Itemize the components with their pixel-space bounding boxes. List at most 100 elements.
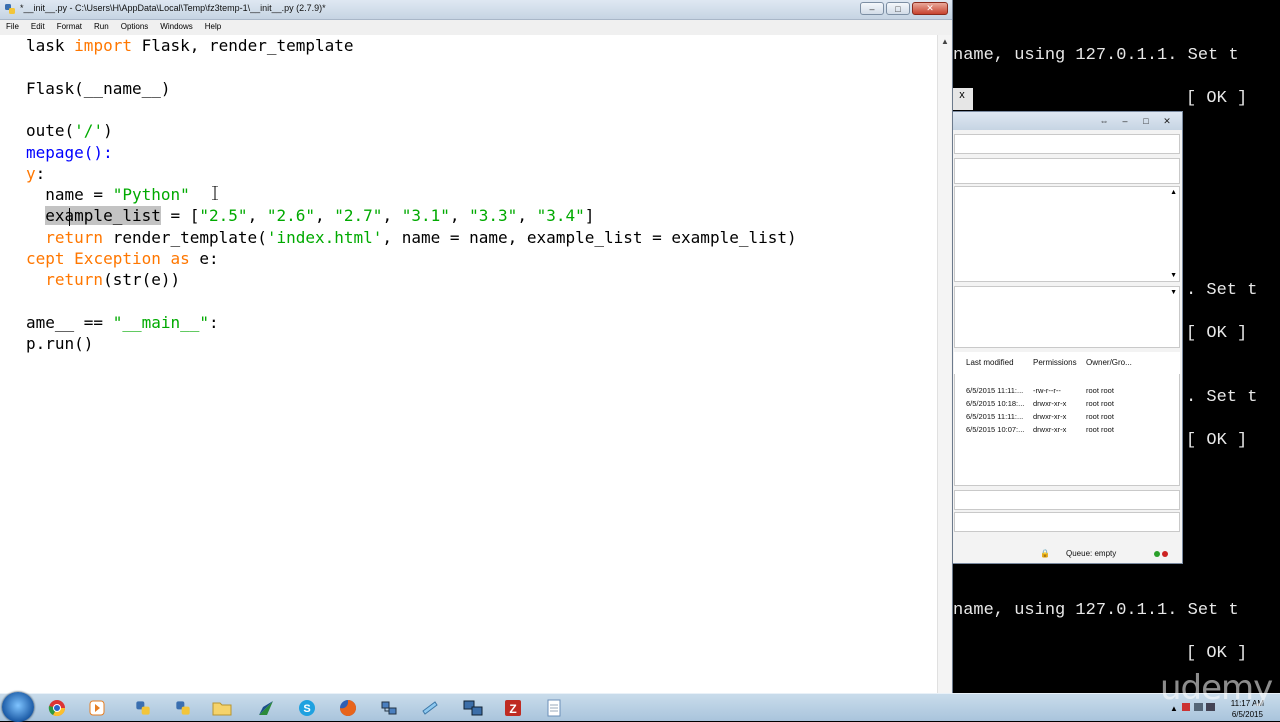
svg-text:S: S [303,703,310,715]
python-icon[interactable] [166,696,200,719]
cell-permissions: drwxr-xr-x [1033,399,1067,408]
cell-modified: 6/5/2015 10:07:... [966,425,1025,434]
close-button[interactable]: ✕ [912,2,948,15]
table-row[interactable]: 6/5/2015 10:07:... drwxr-xr-x root root [954,423,1180,436]
cell-owner: root root [1086,399,1114,408]
filezilla-window: ⇔ – □ ✕ ▲ ▼ ▼ Last modified Permissions … [951,111,1183,564]
scroll-down-icon[interactable]: ▼ [1170,272,1177,279]
terminal-text: [ OK ] [1186,431,1248,450]
code-line: return render_template('index.html', nam… [45,228,797,247]
code-line: lask import Flask, render_template [26,36,354,55]
close-button[interactable]: ✕ [1158,115,1176,127]
chrome-icon[interactable] [40,696,74,719]
lock-icon: 🔒 [1040,549,1050,558]
menu-help[interactable]: Help [199,20,227,35]
filezilla-status-pane [954,490,1180,510]
code-line: mepage(): [26,143,113,162]
cell-modified: 6/5/2015 10:18:... [966,399,1025,408]
selected-text: example_list [45,206,161,225]
code-line: ame__ == "__main__": [26,313,219,332]
status-led-icon [1162,551,1168,557]
cell-modified: 6/5/2015 11:11:... [966,412,1024,421]
status-led-icon [1154,551,1160,557]
menu-windows[interactable]: Windows [154,20,198,35]
scroll-up-icon[interactable]: ▲ [941,37,949,46]
terminal-text: . Set t [1186,281,1258,300]
filezilla-toolbar [954,134,1180,154]
remote-icon[interactable] [456,696,490,719]
queue-status: Queue: empty [1066,549,1117,558]
menu-run[interactable]: Run [88,20,115,35]
menu-options[interactable]: Options [115,20,155,35]
text-caret [69,208,70,226]
terminal-text: . Set t [1186,388,1258,407]
notes-icon[interactable] [413,696,447,719]
cell-permissions: -rw-r--r-- [1033,386,1061,395]
terminal-text: [ OK ] [1186,644,1248,663]
filezilla-titlebar: ⇔ – □ ✕ [952,112,1182,130]
vertical-scrollbar[interactable]: ▲ [937,35,951,693]
terminal-text: [ OK ] [1186,89,1248,108]
file-list-header: Last modified Permissions Owner/Gro... [954,352,1180,375]
minimize-button[interactable]: – [1116,115,1134,127]
text-cursor-icon [212,186,218,200]
notepad-icon[interactable] [537,696,571,719]
cell-permissions: drwxr-xr-x [1033,425,1067,434]
python-icon [5,4,15,14]
idle-titlebar: *__init__.py - C:\Users\H\AppData\Local\… [0,0,952,20]
udemy-watermark: udemy [1160,668,1273,708]
menu-edit[interactable]: Edit [25,20,51,35]
firefox-icon[interactable] [331,696,365,719]
table-row[interactable]: 6/5/2015 11:11:... drwxr-xr-x root root [954,410,1180,423]
cell-owner: root root [1086,425,1114,434]
close-tab-button[interactable]: x [951,88,973,110]
code-line: return(str(e)) [45,270,181,289]
vpn-icon[interactable] [249,696,283,719]
terminal-text: [ OK ] [1186,324,1248,343]
cell-modified: 6/5/2015 11:11:... [966,386,1024,395]
code-line: cept Exception as e: [26,249,219,268]
minimize-button[interactable]: – [860,2,884,15]
filezilla-statusbar: 🔒 Queue: empty [954,546,1180,562]
code-editor[interactable]: lask import Flask, render_template Flask… [22,35,937,693]
idle-editor-window: *__init__.py - C:\Users\H\AppData\Local\… [0,0,952,693]
python-icon[interactable] [126,696,160,719]
column-last-modified[interactable]: Last modified [966,358,1014,367]
filezilla-queue-pane [954,512,1180,532]
cell-permissions: drwxr-xr-x [1033,412,1067,421]
folder-icon[interactable] [205,696,239,719]
svg-text:Z: Z [509,702,516,716]
table-row[interactable]: 6/5/2015 11:11:... -rw-r--r-- root root [954,384,1180,397]
scroll-up-icon[interactable]: ▲ [1170,189,1177,196]
filezilla-message-log[interactable]: ▲ ▼ [954,186,1180,282]
cell-owner: root root [1086,412,1114,421]
code-line: p.run() [26,334,94,353]
start-button[interactable] [2,692,34,722]
code-line: example_list = ["2.5", "2.6", "2.7", "3.… [45,206,595,225]
filezilla-remote-tree[interactable]: ▼ [954,286,1180,348]
menu-file[interactable]: File [0,20,25,35]
dropdown-icon[interactable]: ▼ [1170,289,1177,296]
filezilla-quickconnect [954,158,1180,184]
network-icon[interactable] [372,696,406,719]
maximize-button[interactable]: □ [886,2,910,15]
menu-bar: File Edit Format Run Options Windows Hel… [0,20,952,35]
terminal-text: name, using 127.0.1.1. Set t [953,601,1239,620]
filezilla-icon[interactable]: Z [496,696,530,719]
skype-icon[interactable]: S [290,696,324,719]
maximize-button[interactable]: □ [1137,115,1155,127]
code-line: y: [26,164,46,183]
terminal-text: name, using 127.0.1.1. Set t [953,46,1239,65]
code-line: name = "Python" [26,185,190,204]
column-owner[interactable]: Owner/Gro... [1086,358,1132,367]
vlc-icon[interactable] [80,696,114,719]
cell-owner: root root [1086,386,1114,395]
column-permissions[interactable]: Permissions [1033,358,1077,367]
window-title: *__init__.py - C:\Users\H\AppData\Local\… [20,3,326,13]
table-row[interactable]: 6/5/2015 10:18:... drwxr-xr-x root root [954,397,1180,410]
clock-date: 6/5/2015 [1231,710,1263,719]
menu-format[interactable]: Format [51,20,88,35]
editor-margin [0,35,22,693]
taskbar: S Z ▲ 11:17 AM 6/5/2015 [0,692,1280,722]
resize-icon[interactable]: ⇔ [1095,115,1113,127]
